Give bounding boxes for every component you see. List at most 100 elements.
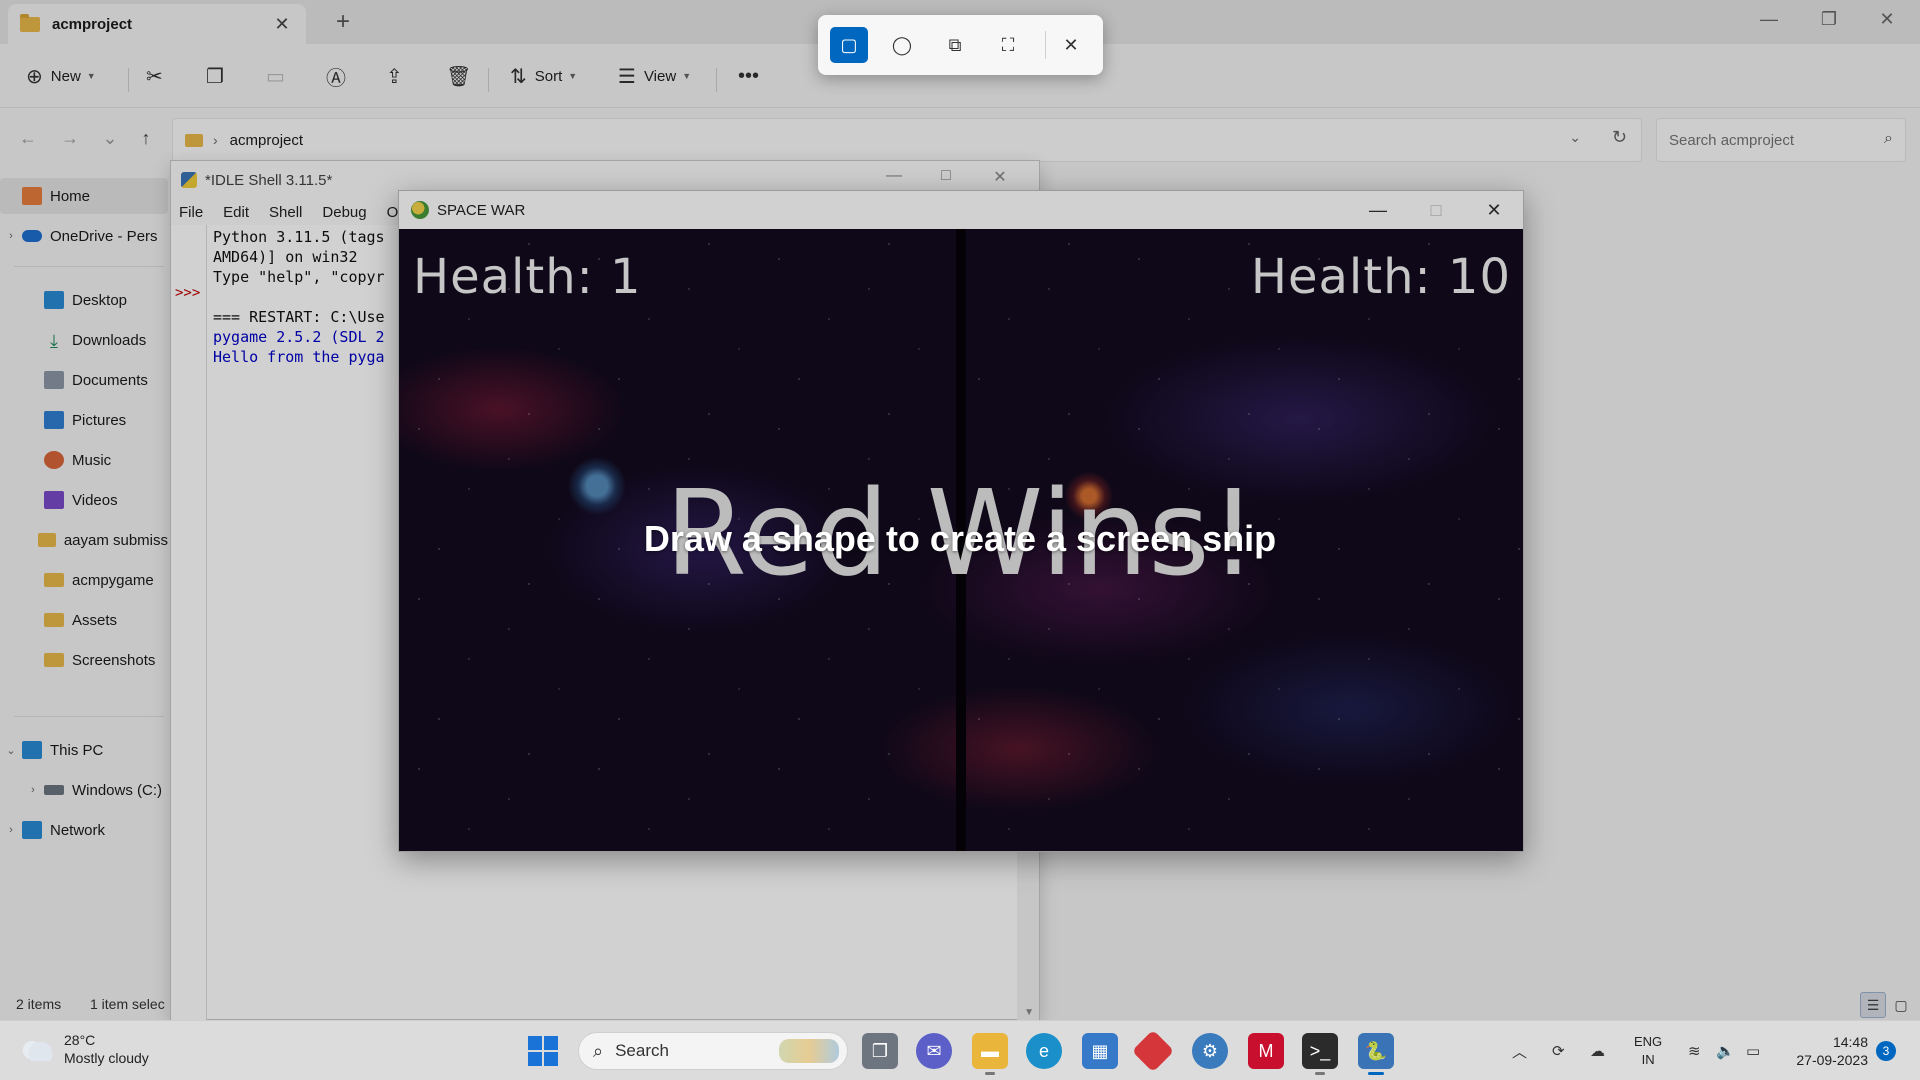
more-options-button[interactable]: ••• [738,61,767,91]
output-line: Hello from the pyga [213,348,385,366]
weather-widget[interactable]: 28°C Mostly cloudy [20,1031,149,1067]
chevron-right-icon[interactable]: › [0,230,22,242]
nav-folder-aayam[interactable]: aayam submiss [0,522,168,558]
nav-network[interactable]: › Network [0,812,168,848]
view-button[interactable]: ☰ View ▼ [618,61,691,91]
chevron-right-icon[interactable]: › [22,784,44,796]
chevron-right-icon[interactable]: › [0,824,22,836]
volume-tray-icon[interactable]: 🔈 [1716,1021,1735,1080]
scroll-down-icon[interactable]: ▼ [1024,1007,1034,1018]
file-explorer-app[interactable]: ▬ [972,1033,1008,1075]
forward-button[interactable]: → [56,128,84,149]
nav-folder-screenshots[interactable]: Screenshots [0,642,168,678]
edge-app[interactable]: e [1026,1033,1062,1069]
idle-minimize-button[interactable]: — [871,167,917,185]
chevron-down-icon[interactable]: ⌄ [1569,129,1581,146]
taskbar-search[interactable]: ⌕ Search [578,1032,848,1070]
nav-label: This PC [50,741,104,759]
nav-this-pc[interactable]: ⌄ This PC [0,732,168,768]
nav-folder-acmpygame[interactable]: acmpygame [0,562,168,598]
terminal-app[interactable]: >_ [1302,1033,1338,1075]
nav-drive-c[interactable]: › Windows (C:) [0,772,168,808]
rectangle-snip-button[interactable]: ▢ [830,27,868,63]
nav-pictures[interactable]: Pictures [0,402,168,438]
details-view-toggle[interactable]: ☰ [1860,992,1886,1018]
cut-button[interactable]: ✂ [146,61,171,91]
fullscreen-snip-button[interactable]: ⛶ [989,27,1027,63]
python-app[interactable]: ⚙ [1192,1033,1228,1069]
share-button[interactable]: ⇪ [386,61,411,91]
idle-output[interactable]: Python 3.11.5 (tags AMD64)] on win32 Type … [213,227,385,367]
snip-close-button[interactable]: ✕ [1052,27,1090,63]
maximize-button[interactable]: ❐ [1804,4,1854,34]
recent-locations-button[interactable]: ⌄ [96,128,124,149]
sw-minimize-button[interactable]: — [1349,195,1407,225]
battery-tray-icon[interactable]: ▭ [1746,1021,1760,1080]
sort-button[interactable]: ⇅ Sort ▼ [510,61,577,91]
rename-button[interactable]: Ⓐ [326,61,354,91]
notification-badge[interactable]: 3 [1876,1041,1896,1061]
paste-button[interactable]: ▭ [266,61,293,91]
folder-icon [38,533,56,547]
new-tab-button[interactable]: + [330,8,356,36]
chevron-down-icon[interactable]: ⌄ [0,744,22,757]
clock[interactable]: 14:48 27-09-2023 [1780,1033,1868,1069]
idle-app[interactable]: 🐍 [1358,1033,1394,1075]
task-view-button[interactable]: ❐ [862,1033,898,1069]
search-box[interactable]: ⌕ [1656,118,1906,162]
nav-onedrive[interactable]: › OneDrive - Pers [0,218,168,254]
back-button[interactable]: ← [14,128,42,149]
address-row: ← → ⌄ ↑ › acmproject ⌄ ↻ ⌕ [0,116,1920,166]
nav-downloads[interactable]: ⤓ Downloads [0,322,168,358]
minimize-button[interactable]: — [1744,4,1794,34]
nav-folder-assets[interactable]: Assets [0,602,168,638]
menu-edit[interactable]: Edit [223,204,249,221]
folder-icon [44,613,64,627]
menu-file[interactable]: File [179,204,203,221]
nav-documents[interactable]: Documents [0,362,168,398]
freeform-snip-button[interactable]: ◯ [883,27,921,63]
window-snip-button[interactable]: ⧉ [936,27,974,63]
store-app[interactable]: ▦ [1082,1033,1118,1069]
tiles-view-toggle[interactable]: ▢ [1888,992,1914,1018]
python-icon: ⚙ [1201,1040,1219,1061]
up-button[interactable]: ↑ [132,128,160,149]
sw-close-button[interactable]: ✕ [1465,195,1523,225]
nav-label: Pictures [72,411,127,429]
tab-close-icon[interactable]: ✕ [270,14,294,35]
copy-icon: ❐ [206,65,224,88]
delete-button[interactable]: 🗑 [446,61,479,91]
menu-shell[interactable]: Shell [269,204,302,221]
refresh-icon[interactable]: ↻ [1612,127,1627,148]
breadcrumb-acmproject[interactable]: acmproject [230,132,303,149]
sync-tray-icon[interactable]: ⟳ [1552,1021,1565,1080]
sw-maximize-button[interactable]: □ [1407,195,1465,225]
game-canvas[interactable]: Health: 1 Health: 10 Red Wins! [399,229,1523,851]
explorer-tab[interactable]: acmproject ✕ [8,4,306,44]
address-bar[interactable]: › acmproject ⌄ ↻ [172,118,1642,162]
input-language[interactable]: ENG IN [1634,1033,1662,1069]
nav-music[interactable]: Music [0,442,168,478]
menu-debug[interactable]: Debug [322,204,366,221]
nav-videos[interactable]: Videos [0,482,168,518]
onedrive-tray-icon[interactable]: ☁ [1590,1021,1605,1080]
idle-title: *IDLE Shell 3.11.5* [205,171,333,189]
nav-divider [14,266,164,267]
close-button[interactable]: ✕ [1862,4,1912,34]
snip-divider [1045,31,1046,59]
search-input[interactable] [1657,119,1857,161]
start-button[interactable] [528,1036,558,1066]
idle-close-button[interactable]: ✕ [977,167,1023,187]
nav-label: Documents [72,371,148,389]
chat-app[interactable]: ✉ [916,1033,952,1069]
nav-label: Downloads [72,331,147,349]
wifi-tray-icon[interactable]: ≋ [1688,1021,1701,1080]
copy-button[interactable]: ❐ [206,61,232,91]
new-button[interactable]: ⊕ New ▼ [26,61,96,91]
nav-home[interactable]: Home [0,178,168,214]
show-hidden-icons-button[interactable]: ︿ [1512,1021,1527,1080]
mcafee-app[interactable]: M [1248,1033,1284,1069]
anydesk-app[interactable] [1131,1029,1175,1073]
idle-maximize-button[interactable]: □ [923,167,969,185]
nav-desktop[interactable]: Desktop [0,282,168,318]
